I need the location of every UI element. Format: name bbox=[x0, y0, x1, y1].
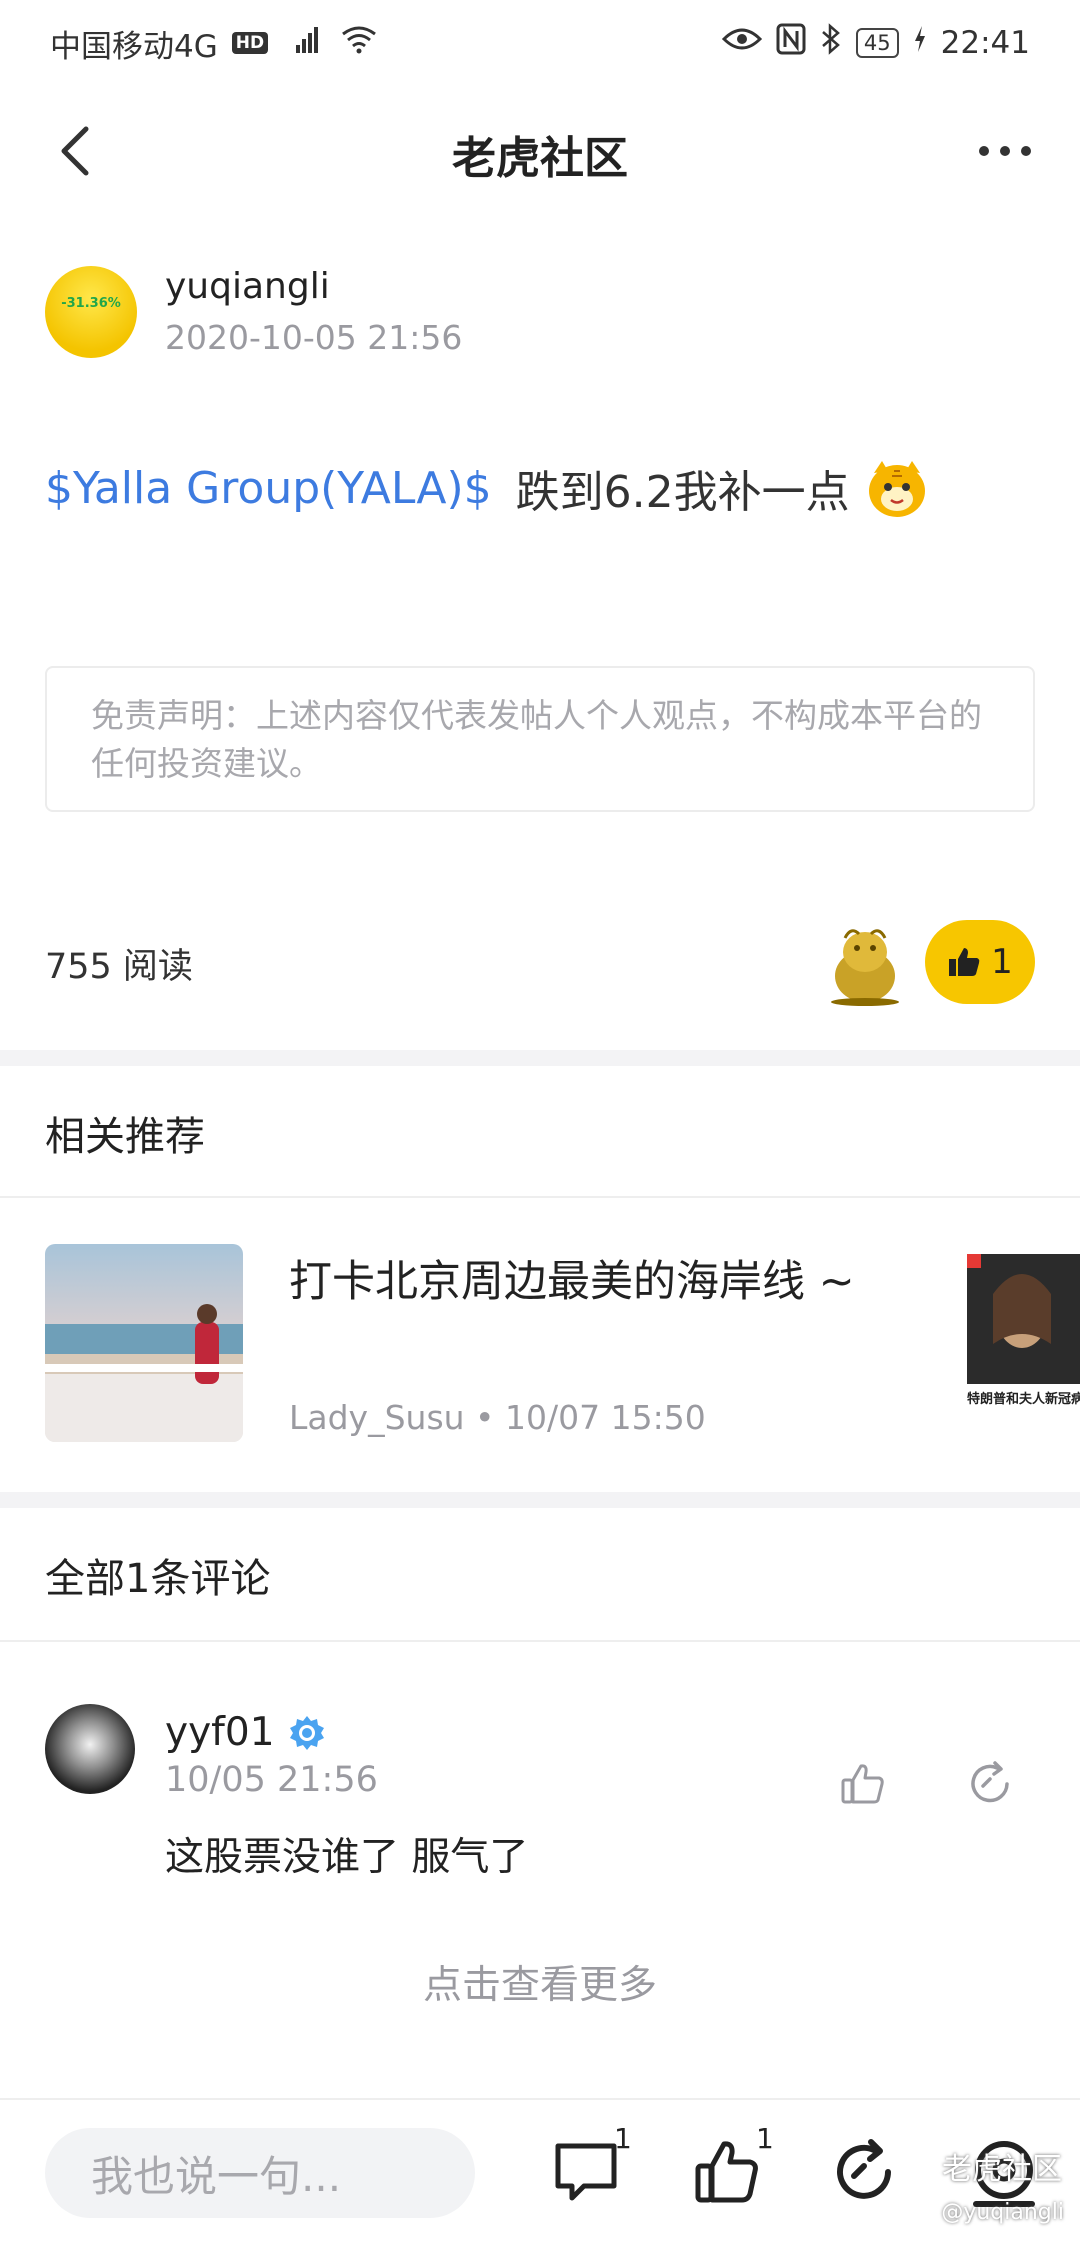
commenter-avatar[interactable] bbox=[45, 1704, 135, 1794]
nfc-icon bbox=[776, 23, 806, 63]
more-dots-icon bbox=[979, 146, 1031, 156]
comment-item: yyf01 10/05 21:56 这股票没谁了 服气了 bbox=[45, 1704, 1035, 1924]
like-count: 1 bbox=[991, 942, 1013, 982]
status-bar-right: 45 22:41 bbox=[721, 23, 1030, 63]
comments-section-title: 全部1条评论 bbox=[45, 1556, 271, 1602]
clock: 22:41 bbox=[940, 25, 1030, 61]
recommend-next-thumbnail[interactable]: 特朗普和夫人新冠病毒 bbox=[967, 1254, 1080, 1450]
nav-bar: 老虎社区 bbox=[0, 96, 1080, 208]
disclaimer-box: 免责声明：上述内容仅代表发帖人个人观点，不构成本平台的任何投资建议。 bbox=[45, 666, 1035, 812]
watermark-user: @yuqiangli bbox=[941, 2200, 1064, 2225]
stock-tag-link[interactable]: $Yalla Group(YALA)$ bbox=[45, 463, 492, 514]
eye-icon bbox=[721, 25, 763, 61]
thumbs-up-icon bbox=[949, 948, 980, 976]
commenter-name-row: yyf01 bbox=[165, 1710, 325, 1755]
watermark: 老虎社区 bbox=[942, 2152, 1062, 2187]
signal-icon bbox=[282, 23, 326, 63]
divider bbox=[0, 1196, 1080, 1198]
recommend-thumbnail[interactable] bbox=[45, 1244, 243, 1442]
comment-time: 10/05 21:56 bbox=[165, 1760, 378, 1800]
comment-count-badge: 1 bbox=[614, 2122, 632, 2155]
battery-indicator: 45 bbox=[855, 28, 899, 58]
recommend-card[interactable]: 打卡北京周边最美的海岸线 ~ Lady_Susu • 10/07 15:50 特… bbox=[45, 1244, 1080, 1450]
section-divider bbox=[0, 1050, 1080, 1066]
post-stats: 755 阅读 1 bbox=[45, 920, 1035, 1010]
post-time: 2020-10-05 21:56 bbox=[165, 318, 463, 357]
bluetooth-icon bbox=[820, 23, 842, 63]
comment-text: 这股票没谁了 服气了 bbox=[165, 1835, 529, 1880]
wifi-icon bbox=[340, 24, 378, 62]
comment-icon[interactable] bbox=[548, 2134, 624, 2210]
like-icon[interactable] bbox=[690, 2134, 766, 2210]
author-name[interactable]: yuqiangli bbox=[165, 266, 330, 307]
liker-avatar[interactable] bbox=[825, 922, 905, 1006]
load-more-link[interactable]: 点击查看更多 bbox=[0, 1954, 1080, 2010]
recommend-section-title: 相关推荐 bbox=[45, 1114, 205, 1160]
comment-share-icon[interactable] bbox=[963, 1756, 1019, 1812]
read-count: 755 阅读 bbox=[45, 947, 193, 987]
post-content: $Yalla Group(YALA)$ 跌到6.2我补一点 bbox=[45, 455, 1035, 521]
status-bar-left: 中国移动4G HD bbox=[50, 21, 378, 66]
author-avatar[interactable]: -31.36% bbox=[45, 266, 137, 358]
charging-icon bbox=[913, 25, 927, 61]
verified-badge-icon bbox=[289, 1715, 324, 1750]
divider bbox=[0, 1640, 1080, 1642]
avatar-percent: -31.36% bbox=[61, 296, 121, 311]
recommend-title[interactable]: 打卡北京周边最美的海岸线 ~ bbox=[289, 1248, 889, 1316]
comment-input[interactable]: 我也说一句... bbox=[45, 2128, 475, 2218]
status-bar: 中国移动4G HD 45 22:41 bbox=[0, 0, 1080, 86]
section-divider bbox=[0, 1492, 1080, 1508]
comment-like-icon[interactable] bbox=[835, 1756, 891, 1812]
post-author[interactable]: -31.36% yuqiangli 2020-10-05 21:56 bbox=[45, 266, 1035, 362]
share-icon[interactable] bbox=[826, 2134, 902, 2210]
like-button[interactable]: 1 bbox=[925, 920, 1035, 1004]
recommend-next-caption: 特朗普和夫人新冠病毒 bbox=[967, 1392, 1080, 1407]
like-count-badge: 1 bbox=[756, 2122, 774, 2155]
post-text: 跌到6.2我补一点 bbox=[515, 467, 850, 518]
recommend-meta: Lady_Susu • 10/07 15:50 bbox=[289, 1398, 706, 1437]
bottom-action-bar: 我也说一句... 1 1 老虎社区 @yuqiangli bbox=[0, 2098, 1080, 2244]
tiger-emoji-icon bbox=[868, 461, 925, 517]
hd-badge: HD bbox=[231, 32, 269, 54]
more-options-button[interactable] bbox=[970, 126, 1040, 176]
commenter-name[interactable]: yyf01 bbox=[165, 1710, 275, 1755]
carrier-label: 中国移动4G bbox=[50, 28, 218, 65]
avatar-badge: -31.36% bbox=[59, 296, 123, 336]
page-title: 老虎社区 bbox=[452, 133, 628, 184]
